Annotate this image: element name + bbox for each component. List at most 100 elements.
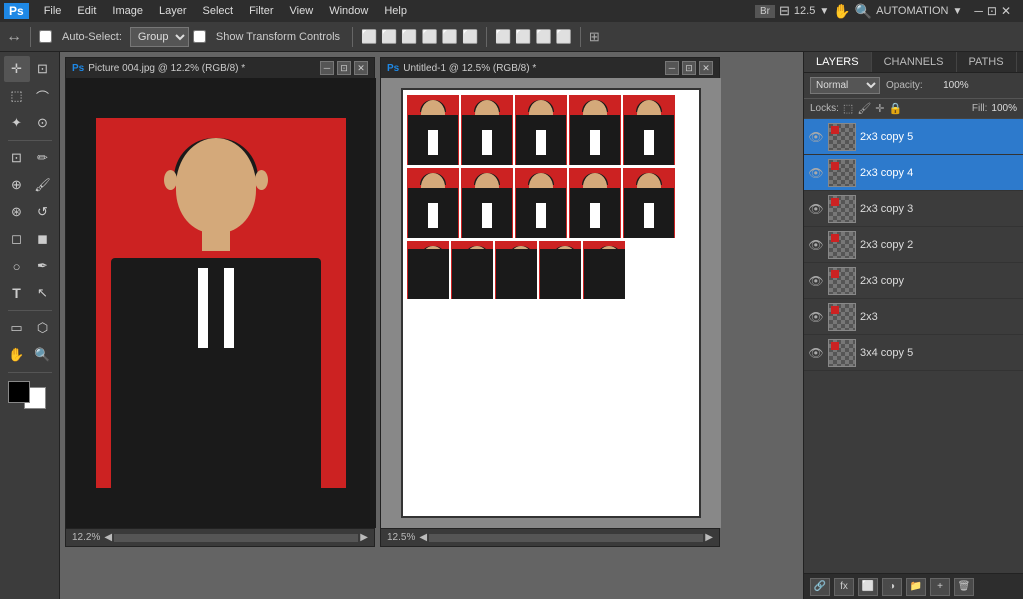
link-layers-btn[interactable]: 🔗 bbox=[810, 578, 830, 596]
rectangle-tool[interactable]: ▭ bbox=[4, 315, 30, 341]
quick-selection-tool[interactable]: ⊙ bbox=[30, 110, 56, 136]
layer-visibility-2[interactable]: 👁 bbox=[808, 165, 824, 181]
opacity-value[interactable]: 100% bbox=[929, 80, 969, 91]
lock-all-icon[interactable]: 🔒 bbox=[889, 102, 903, 115]
tab-paths[interactable]: PATHS bbox=[957, 52, 1017, 72]
layer-visibility-4[interactable]: 👁 bbox=[808, 237, 824, 253]
doc2-scroll-right[interactable]: ▶ bbox=[705, 532, 713, 543]
tab-channels[interactable]: CHANNELS bbox=[872, 52, 957, 72]
adjustment-layer-btn[interactable]: ◑ bbox=[882, 578, 902, 596]
distribute-left-icon[interactable]: ⬜ bbox=[536, 29, 552, 45]
menu-filter[interactable]: Filter bbox=[242, 3, 280, 19]
layer-item-5[interactable]: 👁 2x3 copy bbox=[804, 263, 1023, 299]
menu-image[interactable]: Image bbox=[105, 3, 150, 19]
blend-mode-select[interactable]: Normal bbox=[810, 77, 880, 94]
hand-tool-icon[interactable]: ✋ bbox=[833, 3, 850, 20]
autoselect-dropdown[interactable]: Group Layer bbox=[130, 27, 189, 47]
doc1-minimize[interactable]: ─ bbox=[320, 61, 334, 75]
menu-file[interactable]: File bbox=[37, 3, 69, 19]
delete-layer-btn[interactable]: 🗑 bbox=[954, 578, 974, 596]
distribute-h-icon[interactable]: ⬜ bbox=[495, 29, 511, 45]
layer-item-3[interactable]: 👁 2x3 copy 3 bbox=[804, 191, 1023, 227]
rectangular-marquee-tool[interactable]: ⬚ bbox=[4, 83, 30, 109]
distribute-right-icon[interactable]: ⬜ bbox=[556, 29, 572, 45]
doc2-minimize[interactable]: ─ bbox=[665, 61, 679, 75]
layer-fx-btn[interactable]: fx bbox=[834, 578, 854, 596]
workspace-dropdown-icon[interactable]: ▼ bbox=[952, 6, 962, 17]
layer-visibility-6[interactable]: 👁 bbox=[808, 309, 824, 325]
history-brush-tool[interactable]: ↺ bbox=[30, 199, 56, 225]
minimize-btn[interactable]: ─ bbox=[974, 4, 983, 18]
align-right-icon[interactable]: ⬜ bbox=[401, 29, 417, 45]
hand-tool[interactable]: ✋ bbox=[4, 342, 30, 368]
new-layer-btn[interactable]: + bbox=[930, 578, 950, 596]
doc2-scroll-left[interactable]: ◀ bbox=[419, 532, 427, 543]
menu-view[interactable]: View bbox=[283, 3, 321, 19]
autoselect-checkbox[interactable] bbox=[39, 30, 52, 43]
layer-item-7[interactable]: 👁 3x4 copy 5 bbox=[804, 335, 1023, 371]
doc2-scrollbar[interactable] bbox=[429, 534, 703, 542]
crop-tool[interactable]: ⊡ bbox=[4, 145, 30, 171]
magic-wand-tool[interactable]: ✦ bbox=[4, 110, 30, 136]
menu-edit[interactable]: Edit bbox=[70, 3, 103, 19]
eraser-tool[interactable]: ◻ bbox=[4, 226, 30, 252]
auto-align-icon[interactable]: ⊞ bbox=[589, 29, 600, 45]
dodge-tool[interactable]: ○ bbox=[4, 253, 30, 279]
layer-item-1[interactable]: 👁 2x3 copy 5 bbox=[804, 119, 1023, 155]
path-selection-tool[interactable]: ↖ bbox=[30, 280, 56, 306]
align-left-icon[interactable]: ⬜ bbox=[361, 29, 377, 45]
layer-item-2[interactable]: 👁 2x3 copy 4 bbox=[804, 155, 1023, 191]
align-middle-icon[interactable]: ⬜ bbox=[442, 29, 458, 45]
layer-visibility-1[interactable]: 👁 bbox=[808, 129, 824, 145]
align-bottom-icon[interactable]: ⬜ bbox=[462, 29, 478, 45]
doc1-close[interactable]: ✕ bbox=[354, 61, 368, 75]
type-tool[interactable]: T bbox=[4, 280, 30, 306]
zoom-tool-icon[interactable]: 🔍 bbox=[855, 3, 872, 20]
menu-layer[interactable]: Layer bbox=[152, 3, 194, 19]
zoom-dropdown-icon[interactable]: ▼ bbox=[819, 6, 829, 17]
layer-visibility-5[interactable]: 👁 bbox=[808, 273, 824, 289]
doc1-scroll-right[interactable]: ▶ bbox=[360, 532, 368, 543]
zoom-tool[interactable]: 🔍 bbox=[30, 342, 56, 368]
spot-healing-tool[interactable]: ⊕ bbox=[4, 172, 30, 198]
lock-paint-icon[interactable]: 🖌 bbox=[857, 102, 871, 115]
foreground-color[interactable] bbox=[8, 381, 30, 403]
menu-help[interactable]: Help bbox=[377, 3, 414, 19]
layer-visibility-7[interactable]: 👁 bbox=[808, 345, 824, 361]
artboard-tool[interactable]: ⊡ bbox=[30, 56, 56, 82]
gradient-tool[interactable]: ◼ bbox=[30, 226, 56, 252]
new-group-btn[interactable]: 📁 bbox=[906, 578, 926, 596]
doc1-scrollbar[interactable] bbox=[114, 534, 358, 542]
doc2-close[interactable]: ✕ bbox=[699, 61, 713, 75]
eyedropper-tool[interactable]: ✏ bbox=[30, 145, 56, 171]
layer-item-6[interactable]: 👁 2x3 bbox=[804, 299, 1023, 335]
align-center-icon[interactable]: ⬜ bbox=[381, 29, 397, 45]
screen-mode-icon[interactable]: ⊟ bbox=[779, 3, 790, 19]
panel-options-icon[interactable]: ☰ bbox=[1017, 52, 1023, 72]
move-tool[interactable]: ✛ bbox=[4, 56, 30, 82]
bridge-btn[interactable]: Br bbox=[755, 5, 775, 18]
tab-layers[interactable]: LAYERS bbox=[804, 52, 872, 72]
restore-btn[interactable]: ⊡ bbox=[987, 4, 997, 18]
doc1-restore[interactable]: ⊡ bbox=[337, 61, 351, 75]
show-transform-checkbox[interactable] bbox=[193, 30, 206, 43]
menu-window[interactable]: Window bbox=[322, 3, 375, 19]
align-top-icon[interactable]: ⬜ bbox=[422, 29, 438, 45]
close-btn[interactable]: ✕ bbox=[1001, 4, 1011, 18]
add-mask-btn[interactable]: ⬜ bbox=[858, 578, 878, 596]
brush-tool[interactable]: 🖌 bbox=[30, 172, 56, 198]
lock-position-icon[interactable]: ✛ bbox=[875, 102, 884, 115]
menu-select[interactable]: Select bbox=[196, 3, 241, 19]
distribute-v-icon[interactable]: ⬜ bbox=[515, 29, 531, 45]
layer-item-4[interactable]: 👁 2x3 copy 2 bbox=[804, 227, 1023, 263]
doc1-scroll-left[interactable]: ◀ bbox=[104, 532, 112, 543]
fill-value[interactable]: 100% bbox=[991, 103, 1017, 114]
lasso-tool[interactable]: ⌒ bbox=[30, 83, 56, 109]
lock-transparent-icon[interactable]: ⬚ bbox=[843, 102, 853, 115]
shape-3d-tool[interactable]: ⬡ bbox=[30, 315, 56, 341]
color-swatch[interactable] bbox=[8, 381, 52, 411]
doc2-restore[interactable]: ⊡ bbox=[682, 61, 696, 75]
clone-stamp-tool[interactable]: ⊛ bbox=[4, 199, 30, 225]
layer-visibility-3[interactable]: 👁 bbox=[808, 201, 824, 217]
pen-tool[interactable]: ✒ bbox=[30, 253, 56, 279]
